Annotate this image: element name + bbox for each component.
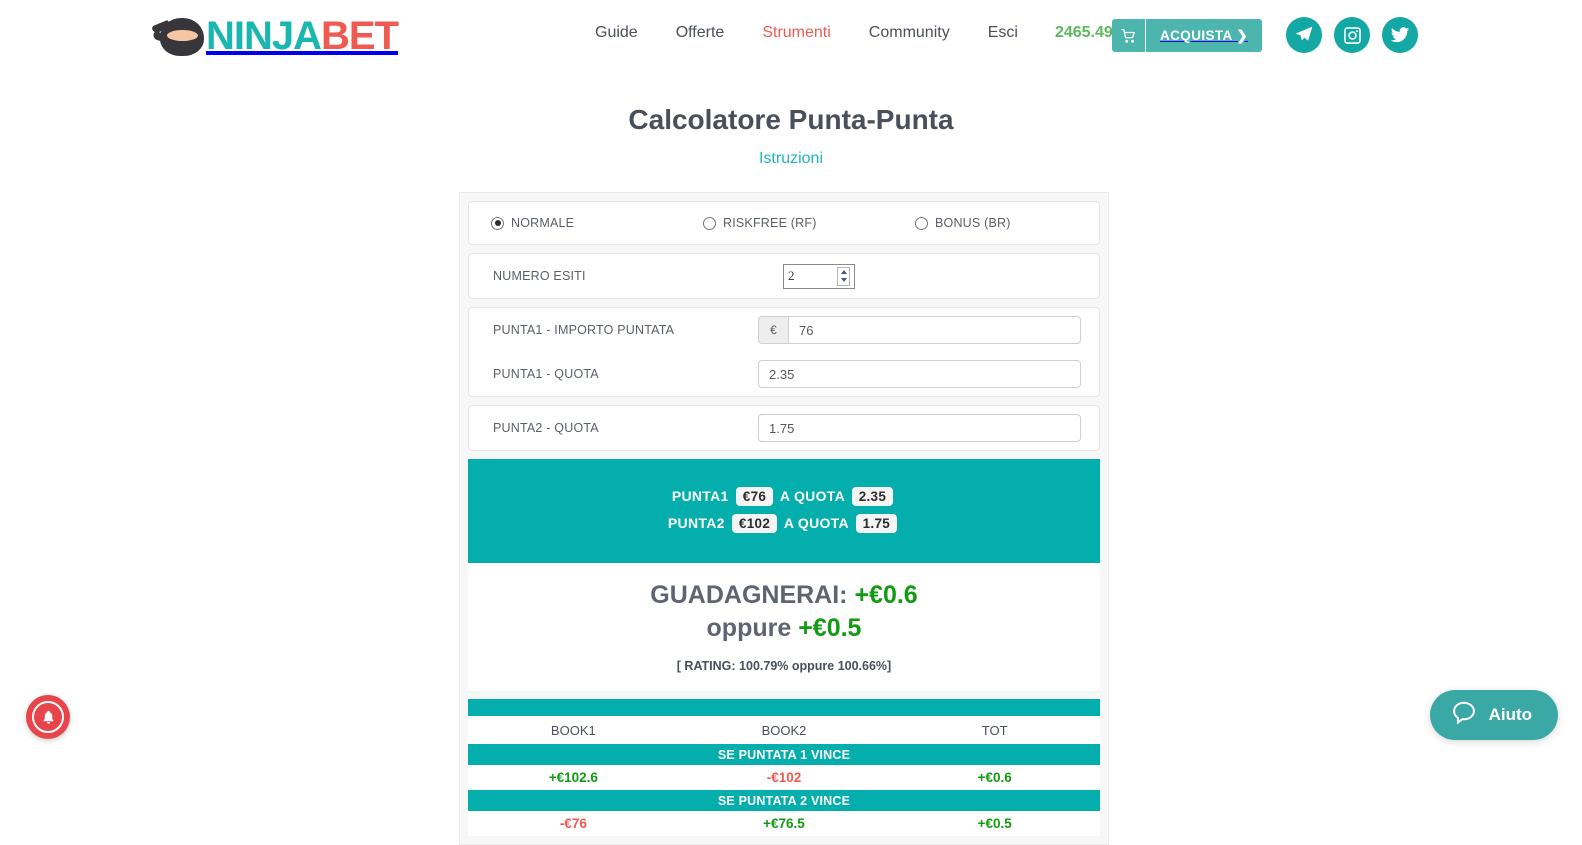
- nav-item-offerte[interactable]: Offerte: [657, 24, 744, 42]
- stepper-arrows[interactable]: [837, 267, 850, 286]
- social-links: [1286, 17, 1418, 53]
- table-header-row: BOOK1 BOOK2 TOT: [468, 716, 1100, 744]
- punta1-quota-input[interactable]: 2.35: [758, 360, 1081, 388]
- bet-line-punta2: PUNTA2 €102 A QUOTA 1.75: [468, 514, 1100, 533]
- punta2-card: PUNTA2 - QUOTA 1.75: [468, 405, 1100, 451]
- radio-normale[interactable]: [491, 217, 504, 230]
- buy-button-label: ACQUISTA ❯: [1146, 19, 1262, 52]
- numero-esiti-card: NUMERO ESITI 2: [468, 253, 1100, 299]
- table-section-title-2: SE PUNTATA 2 VINCE: [468, 790, 1100, 811]
- nav-item-guide[interactable]: Guide: [576, 24, 657, 42]
- gain-line-2: oppure +€0.5: [468, 612, 1100, 645]
- gain-line-1: GUADAGNERAI: +€0.6: [468, 579, 1100, 612]
- punta1-importo-input[interactable]: 76: [788, 316, 1081, 344]
- rating-text: [ RATING: 100.79% oppure 100.66%]: [468, 659, 1100, 673]
- gain-label: GUADAGNERAI:: [650, 581, 847, 609]
- radio-riskfree[interactable]: [703, 217, 716, 230]
- site-logo[interactable]: NINJABET: [152, 12, 398, 60]
- logo-text-bet: BET: [321, 14, 398, 58]
- nav-item-community[interactable]: Community: [850, 24, 969, 42]
- instagram-icon[interactable]: [1334, 17, 1370, 53]
- main-navigation: Guide Offerte Strumenti Community Esci 2…: [576, 24, 1144, 42]
- bet1-odds: 2.35: [852, 487, 893, 506]
- telegram-icon[interactable]: [1286, 17, 1322, 53]
- gain-or-label: oppure: [707, 614, 792, 642]
- bell-ring: [32, 701, 64, 733]
- bet2-name: PUNTA2: [668, 515, 725, 531]
- row1-tot: +€0.6: [889, 765, 1100, 790]
- numero-esiti-row: NUMERO ESITI 2: [469, 254, 1099, 298]
- bet-line-punta1: PUNTA1 €76 A QUOTA 2.35: [468, 487, 1100, 506]
- bet-summary: PUNTA1 €76 A QUOTA 2.35 PUNTA2 €102 A QU…: [468, 459, 1100, 563]
- bet2-at-label: A QUOTA: [784, 515, 849, 531]
- row2-book2: +€76.5: [679, 811, 890, 836]
- calculator-panel: NORMALE RISKFREE (RF) BONUS (BR) NUMERO …: [459, 192, 1109, 845]
- help-button-label: Aiuto: [1489, 705, 1532, 725]
- bet1-amount: €76: [736, 487, 773, 506]
- table-header-tot: TOT: [889, 716, 1100, 744]
- result-panel: PUNTA1 €76 A QUOTA 2.35 PUNTA2 €102 A QU…: [468, 459, 1100, 691]
- cart-icon: [1112, 19, 1146, 52]
- row2-tot: +€0.5: [889, 811, 1100, 836]
- table-header-book2: BOOK2: [679, 716, 890, 744]
- ninja-head-icon: [152, 14, 204, 58]
- site-header: NINJABET Guide Offerte Strumenti Communi…: [0, 0, 1582, 70]
- punta2-quota-row: PUNTA2 - QUOTA 1.75: [469, 406, 1099, 450]
- mode-label-bonus: BONUS (BR): [935, 216, 1011, 230]
- table-top-bar: [468, 699, 1100, 716]
- bet2-amount: €102: [732, 514, 777, 533]
- numero-esiti-value: 2: [784, 268, 795, 284]
- punta1-quota-row: PUNTA1 - QUOTA 2.35: [469, 352, 1099, 396]
- mode-label-normale: NORMALE: [511, 216, 574, 230]
- instructions: Istruzioni: [0, 150, 1582, 168]
- numero-esiti-stepper[interactable]: 2: [783, 264, 855, 289]
- chat-bubble-icon: [1450, 699, 1478, 732]
- punta1-card: PUNTA1 - IMPORTO PUNTATA € 76 PUNTA1 - Q…: [468, 307, 1100, 397]
- twitter-icon[interactable]: [1382, 17, 1418, 53]
- mode-selector-card: NORMALE RISKFREE (RF) BONUS (BR): [468, 201, 1100, 245]
- bet2-odds: 1.75: [856, 514, 897, 533]
- table-section-title-1: SE PUNTATA 1 VINCE: [468, 744, 1100, 765]
- mode-label-riskfree: RISKFREE (RF): [723, 216, 817, 230]
- punta1-quota-label: PUNTA1 - QUOTA: [493, 367, 758, 381]
- currency-addon-icon: €: [758, 316, 788, 344]
- stepper-up-icon[interactable]: [841, 270, 847, 274]
- buy-button[interactable]: ACQUISTA ❯: [1112, 19, 1262, 52]
- instructions-link[interactable]: Istruzioni: [759, 150, 823, 167]
- table-header-book1: BOOK1: [468, 716, 679, 744]
- mode-option-normale[interactable]: NORMALE: [491, 216, 703, 230]
- logo-text-ninja: NINJA: [206, 14, 321, 58]
- numero-esiti-label: NUMERO ESITI: [493, 269, 758, 283]
- row1-book1: +€102.6: [468, 765, 679, 790]
- stepper-down-icon[interactable]: [841, 278, 847, 282]
- row1-book2: -€102: [679, 765, 890, 790]
- punta1-importo-row: PUNTA1 - IMPORTO PUNTATA € 76: [469, 308, 1099, 352]
- gain-summary: GUADAGNERAI: +€0.6 oppure +€0.5 [ RATING…: [468, 563, 1100, 691]
- punta2-quota-label: PUNTA2 - QUOTA: [493, 421, 758, 435]
- section-1-label: SE PUNTATA 1 VINCE: [468, 744, 1100, 765]
- bet1-at-label: A QUOTA: [780, 488, 845, 504]
- gain-value-1: +€0.6: [854, 581, 917, 609]
- table-row: -€76 +€76.5 +€0.5: [468, 811, 1100, 836]
- nav-item-strumenti[interactable]: Strumenti: [743, 24, 849, 42]
- mode-radio-row: NORMALE RISKFREE (RF) BONUS (BR): [469, 202, 1099, 244]
- notification-bell-icon[interactable]: [26, 695, 70, 739]
- table-row: +€102.6 -€102 +€0.6: [468, 765, 1100, 790]
- punta1-importo-group: € 76: [758, 316, 1081, 344]
- row2-book1: -€76: [468, 811, 679, 836]
- outcomes-table: BOOK1 BOOK2 TOT SE PUNTATA 1 VINCE +€102…: [468, 699, 1100, 836]
- punta1-importo-label: PUNTA1 - IMPORTO PUNTATA: [493, 323, 758, 337]
- gain-value-2: +€0.5: [798, 614, 861, 642]
- radio-bonus[interactable]: [915, 217, 928, 230]
- nav-item-esci[interactable]: Esci: [969, 24, 1037, 42]
- bet1-name: PUNTA1: [672, 488, 729, 504]
- page-title: Calcolatore Punta-Punta: [0, 104, 1582, 136]
- mode-option-bonus[interactable]: BONUS (BR): [915, 216, 1011, 230]
- help-button[interactable]: Aiuto: [1430, 690, 1558, 740]
- mode-option-riskfree[interactable]: RISKFREE (RF): [703, 216, 915, 230]
- punta2-quota-input[interactable]: 1.75: [758, 414, 1081, 442]
- section-2-label: SE PUNTATA 2 VINCE: [468, 790, 1100, 811]
- logo-text: NINJABET: [206, 16, 398, 56]
